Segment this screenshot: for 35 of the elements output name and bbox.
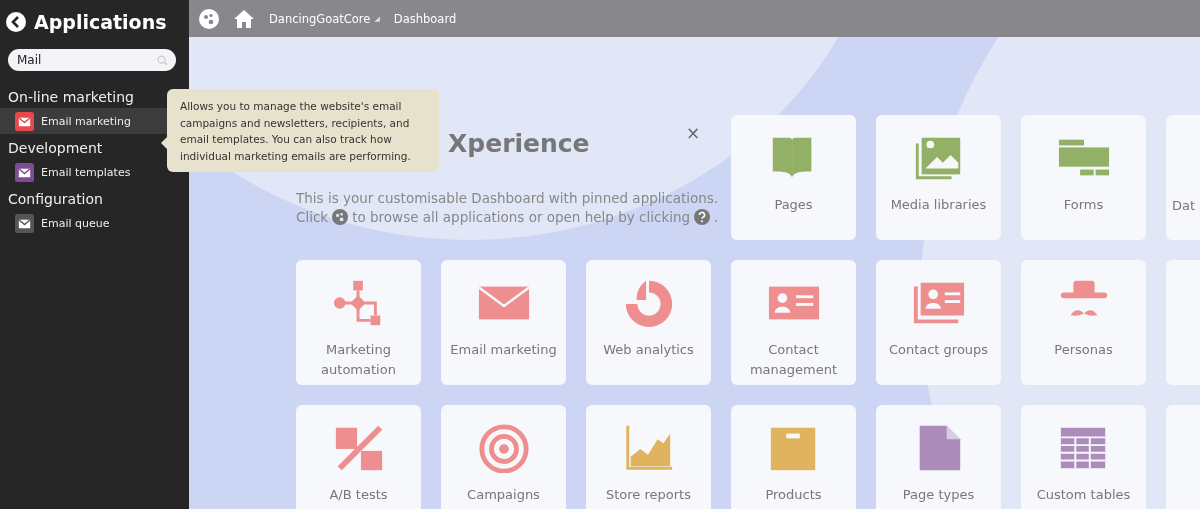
search-field[interactable]: Mail [8,49,176,71]
help-icon[interactable] [694,209,711,225]
app-tile[interactable]: Personas [1021,260,1146,385]
close-button[interactable]: × [686,123,701,143]
app-tile[interactable]: Dat [1166,115,1200,240]
app-tile[interactable]: Email marketing [441,260,566,385]
breadcrumb[interactable]: Dashboard [393,11,457,26]
app-tile[interactable]: Page types [876,405,1001,509]
app-tile[interactable]: Store reports [586,405,711,509]
app-tile[interactable]: Media libraries [876,115,1001,240]
app-tile[interactable]: Contact management [731,260,856,385]
app-tile[interactable]: Web analytics [586,260,711,385]
welcome-title: Xperience [448,129,590,158]
site-selector[interactable]: DancingGoatCore [269,11,371,26]
app-tile[interactable]: Custom tables [1021,405,1146,509]
sidebar-title: Applications [34,11,167,33]
apps-icon [332,209,349,225]
app-tile[interactable]: Pages [731,115,856,240]
tooltip: Allows you to manage the website's email campaigns and newsletters, recipients, and email templates. You can also track how individual marketing emails are performing. [161,89,439,172]
search-icon [157,54,168,66]
app-tile[interactable]: Marketing automation [296,260,421,385]
back-icon[interactable] [6,12,26,32]
app-tile[interactable]: Forms [1021,115,1146,240]
welcome-text: Click [296,209,329,225]
welcome-text: This is your customisable Dashboard with pinned applications. [296,190,719,206]
welcome-text: to browse all applications or open help by clicking [352,209,691,225]
category-heading: Configuration [7,190,104,209]
apps-icon [199,8,219,29]
app-list-item[interactable]: Email queue [0,210,189,236]
welcome-text: . [714,209,719,225]
app-tile[interactable]: A/B tests [296,405,421,509]
app-tile[interactable]: Contact groups [876,260,1001,385]
home-icon[interactable] [233,8,255,29]
app-tile[interactable]: Campaigns [441,405,566,509]
app-tile[interactable]: Products [731,405,856,509]
